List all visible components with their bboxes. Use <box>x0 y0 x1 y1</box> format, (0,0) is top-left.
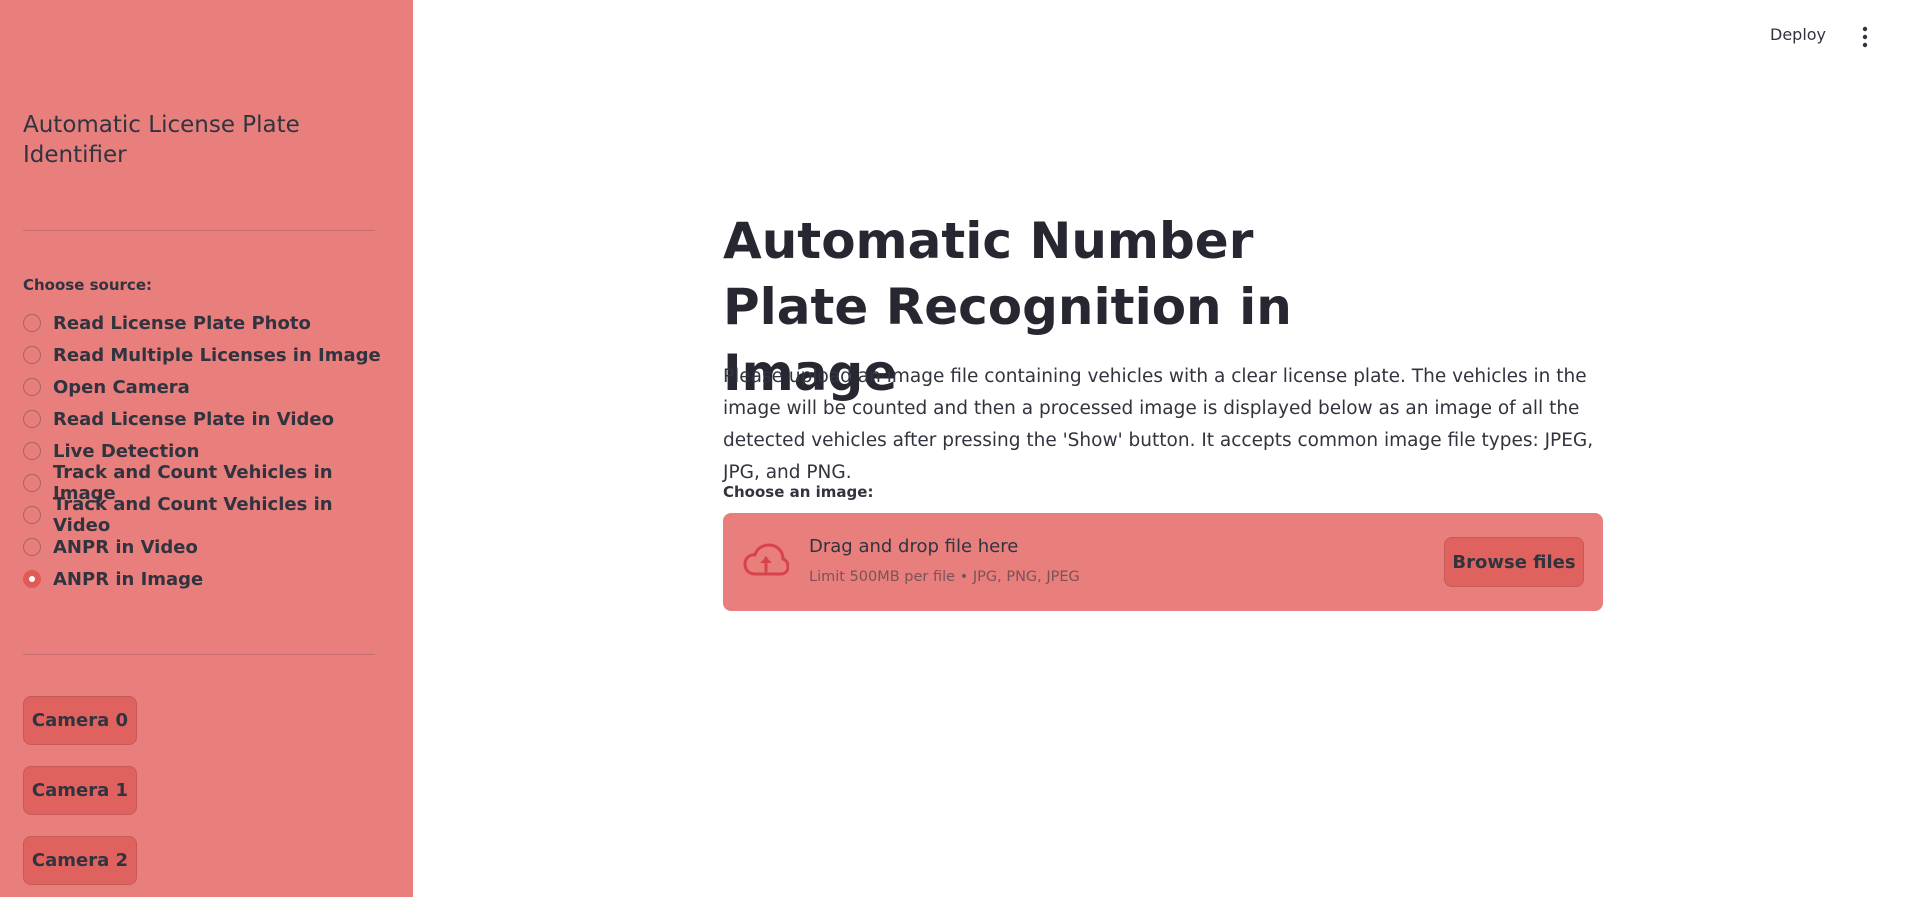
radio-label: Open Camera <box>53 376 190 398</box>
radio-option-open-camera[interactable]: Open Camera <box>23 371 383 403</box>
camera-2-button[interactable]: Camera 2 <box>23 836 137 885</box>
radio-button[interactable] <box>23 506 41 524</box>
radio-button-selected[interactable] <box>23 570 41 588</box>
radio-option-read-license-plate-photo[interactable]: Read License Plate Photo <box>23 307 383 339</box>
page-description: Please upload an image file containing v… <box>723 366 1594 483</box>
app-root: Automatic License Plate Identifier Choos… <box>0 0 1909 897</box>
radio-button[interactable] <box>23 410 41 428</box>
radio-label: Live Detection <box>53 440 200 462</box>
radio-button[interactable] <box>23 538 41 556</box>
radio-button[interactable] <box>23 474 41 492</box>
camera-1-button[interactable]: Camera 1 <box>23 766 137 815</box>
radio-label: Track and Count Vehicles in Video <box>53 494 333 536</box>
radio-label: Read Multiple Licenses in Image <box>53 344 381 366</box>
radio-option-read-multiple-licenses[interactable]: Read Multiple Licenses in Image <box>23 339 383 371</box>
radio-button[interactable] <box>23 378 41 396</box>
radio-button[interactable] <box>23 346 41 364</box>
sidebar-divider <box>23 654 375 655</box>
uploader-label: Choose an image: <box>723 483 874 501</box>
camera-0-button[interactable]: Camera 0 <box>23 696 137 745</box>
deploy-button[interactable]: Deploy <box>1770 25 1826 44</box>
source-radio-group: Read License Plate Photo Read Multiple L… <box>23 307 383 595</box>
radio-option-track-count-video[interactable]: Track and Count Vehicles in Video <box>23 494 383 536</box>
file-dropzone[interactable]: Drag and drop file here Limit 500MB per … <box>723 513 1603 611</box>
sidebar-title: Automatic License Plate Identifier <box>23 112 300 168</box>
dropzone-title: Drag and drop file here <box>809 536 1019 557</box>
sidebar-divider <box>23 230 375 231</box>
radio-option-read-plate-in-video[interactable]: Read License Plate in Video <box>23 403 383 435</box>
dropzone-limit-text: Limit 500MB per file • JPG, PNG, JPEG <box>809 569 1080 585</box>
sidebar: Automatic License Plate Identifier Choos… <box>0 0 413 897</box>
cloud-upload-icon <box>743 543 789 576</box>
radio-button[interactable] <box>23 442 41 460</box>
vertical-ellipsis-icon[interactable] <box>1860 26 1870 48</box>
browse-files-button[interactable]: Browse files <box>1444 537 1584 587</box>
radio-button[interactable] <box>23 314 41 332</box>
radio-option-anpr-image[interactable]: ANPR in Image <box>23 563 383 595</box>
radio-label: Read License Plate Photo <box>53 312 311 334</box>
source-label: Choose source: <box>23 276 152 294</box>
radio-label: ANPR in Video <box>53 536 198 558</box>
radio-label: ANPR in Image <box>53 568 204 590</box>
radio-label: Read License Plate in Video <box>53 408 334 430</box>
